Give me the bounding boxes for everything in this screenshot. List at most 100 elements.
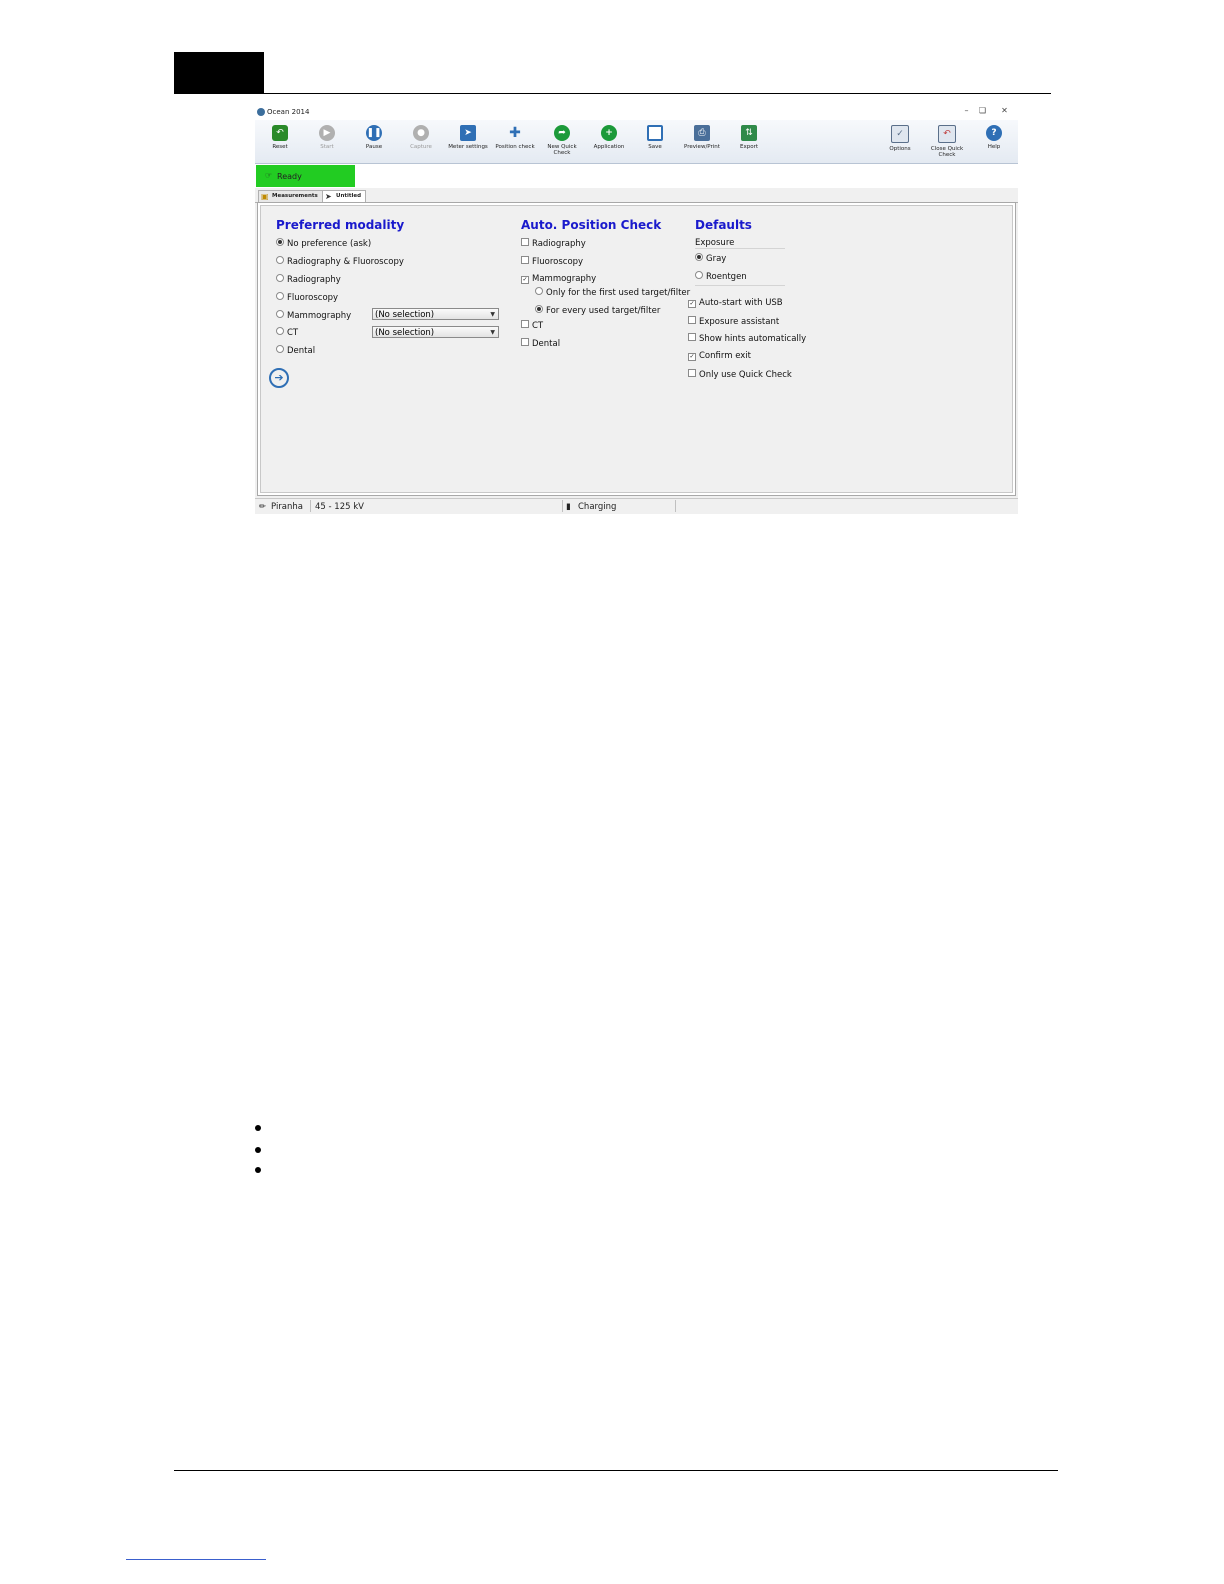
header-rule bbox=[174, 93, 1051, 94]
preview-print-button[interactable]: ⎙ Preview/Print bbox=[680, 123, 724, 163]
hand-icon: ☞ bbox=[265, 171, 273, 180]
close-quick-check-label: Close Quick Check bbox=[930, 146, 964, 158]
option-label: Radiography bbox=[532, 239, 586, 249]
option-label: Radiography bbox=[287, 275, 341, 285]
option-label: Dental bbox=[532, 339, 561, 349]
ct-select[interactable]: (No selection) ▼ bbox=[372, 326, 499, 338]
reset-icon: ↶ bbox=[272, 125, 288, 141]
auto-start-usb-checkbox[interactable]: ✓ Auto-start with USB bbox=[688, 298, 783, 308]
close-quick-check-button[interactable]: ↶ Close Quick Check bbox=[925, 123, 969, 163]
option-label: Radiography & Fluoroscopy bbox=[287, 257, 404, 267]
status-divider bbox=[675, 500, 676, 512]
options-button[interactable]: ✓ Options bbox=[878, 123, 922, 163]
checkbox-icon bbox=[521, 256, 529, 264]
tab-measurements[interactable]: ▣ Measurements bbox=[258, 190, 323, 202]
modality-ct-radio[interactable]: CT bbox=[276, 327, 298, 338]
show-hints-checkbox[interactable]: Show hints automatically bbox=[688, 333, 806, 344]
meter-settings-icon: ➤ bbox=[460, 125, 476, 141]
position-check-label: Position check bbox=[495, 144, 535, 150]
tab-untitled-label: Untitled bbox=[336, 193, 362, 199]
radio-icon bbox=[695, 271, 703, 279]
battery-status: Charging bbox=[578, 502, 617, 512]
exposure-roentgen-radio[interactable]: Roentgen bbox=[695, 271, 747, 282]
help-button[interactable]: ? Help bbox=[972, 123, 1016, 163]
modality-radiography-radio[interactable]: Radiography bbox=[276, 274, 341, 285]
apc-first-target-radio[interactable]: Only for the first used target/filter bbox=[535, 287, 690, 298]
minimize-icon[interactable]: – bbox=[960, 106, 973, 116]
play-icon: ▶ bbox=[319, 125, 335, 141]
preview-print-label: Preview/Print bbox=[684, 144, 720, 150]
start-button[interactable]: ▶ Start bbox=[305, 123, 349, 163]
position-check-button[interactable]: ✚ Position check bbox=[493, 123, 537, 163]
apc-radiography-checkbox[interactable]: Radiography bbox=[521, 238, 586, 249]
apc-fluoroscopy-checkbox[interactable]: Fluoroscopy bbox=[521, 256, 583, 267]
kv-range: 45 - 125 kV bbox=[315, 502, 364, 512]
capture-label: Capture bbox=[410, 144, 432, 150]
radio-icon bbox=[535, 305, 543, 313]
checkbox-checked-icon: ✓ bbox=[688, 353, 696, 361]
capture-button[interactable]: ● Capture bbox=[399, 123, 443, 163]
tab-measurements-label: Measurements bbox=[272, 193, 318, 199]
modality-radiography-fluoroscopy-radio[interactable]: Radiography & Fluoroscopy bbox=[276, 256, 404, 267]
save-icon bbox=[647, 125, 663, 141]
radio-icon bbox=[276, 256, 284, 264]
chevron-down-icon: ▼ bbox=[490, 329, 495, 336]
status-divider bbox=[562, 500, 563, 512]
reset-button[interactable]: ↶ Reset bbox=[258, 123, 302, 163]
tab-untitled[interactable]: ➤ Untitled bbox=[322, 190, 367, 202]
meter-settings-button[interactable]: ➤ Meter settings bbox=[446, 123, 490, 163]
options-icon: ✓ bbox=[891, 125, 909, 143]
exposure-assistant-checkbox[interactable]: Exposure assistant bbox=[688, 316, 779, 327]
ready-text: Ready bbox=[277, 172, 302, 181]
save-label: Save bbox=[648, 144, 662, 150]
apc-mammography-checkbox[interactable]: ✓ Mammography bbox=[521, 274, 596, 284]
new-quick-check-icon: ➦ bbox=[554, 125, 570, 141]
new-quick-check-button[interactable]: ➦ New Quick Check bbox=[540, 123, 584, 163]
apc-ct-checkbox[interactable]: CT bbox=[521, 320, 543, 331]
pause-label: Pause bbox=[365, 144, 383, 150]
only-quick-check-checkbox[interactable]: Only use Quick Check bbox=[688, 369, 792, 380]
help-icon: ? bbox=[986, 125, 1002, 141]
save-button[interactable]: Save bbox=[633, 123, 677, 163]
option-label: No preference (ask) bbox=[287, 239, 372, 249]
options-label: Options bbox=[889, 146, 911, 152]
confirm-exit-checkbox[interactable]: ✓ Confirm exit bbox=[688, 351, 751, 361]
option-label: For every used target/filter bbox=[546, 306, 661, 316]
option-label: Mammography bbox=[532, 274, 597, 284]
option-label: Show hints automatically bbox=[699, 334, 807, 344]
restore-icon[interactable]: ❏ bbox=[976, 106, 989, 116]
option-label: Confirm exit bbox=[699, 351, 752, 361]
modality-no-preference-radio[interactable]: No preference (ask) bbox=[276, 238, 371, 249]
footer-rule bbox=[174, 1470, 1058, 1471]
modality-dental-radio[interactable]: Dental bbox=[276, 345, 315, 356]
crosshair-icon: ✚ bbox=[509, 125, 521, 141]
option-label: Exposure assistant bbox=[699, 317, 780, 327]
pause-button[interactable]: ❚❚ Pause bbox=[352, 123, 396, 163]
apc-dental-checkbox[interactable]: Dental bbox=[521, 338, 560, 349]
exposure-gray-radio[interactable]: Gray bbox=[695, 253, 726, 264]
close-icon[interactable]: ✕ bbox=[998, 106, 1011, 116]
auto-position-check-heading: Auto. Position Check bbox=[521, 218, 662, 232]
option-label: CT bbox=[287, 328, 299, 338]
modality-fluoroscopy-radio[interactable]: Fluoroscopy bbox=[276, 292, 338, 303]
modality-mammography-radio[interactable]: Mammography bbox=[276, 310, 351, 321]
exposure-label: Exposure bbox=[695, 238, 735, 248]
export-button[interactable]: ⇅ Export bbox=[727, 123, 771, 163]
close-quick-check-icon: ↶ bbox=[938, 125, 956, 143]
mammography-select[interactable]: (No selection) ▼ bbox=[372, 308, 499, 320]
new-quick-check-label: New Quick Check bbox=[547, 144, 577, 156]
mammography-select-value: (No selection) bbox=[375, 310, 435, 320]
apc-every-target-radio[interactable]: For every used target/filter bbox=[535, 305, 660, 316]
reset-label: Reset bbox=[272, 144, 288, 150]
ready-indicator: ☞ Ready bbox=[256, 165, 355, 187]
battery-icon: ▮ bbox=[566, 502, 571, 512]
arrow-right-circle-icon[interactable]: ➔ bbox=[269, 368, 289, 388]
settings-panel: Preferred modality No preference (ask) R… bbox=[257, 202, 1016, 496]
option-label: Auto-start with USB bbox=[699, 298, 783, 308]
ct-select-value: (No selection) bbox=[375, 328, 435, 338]
chevron-down-icon: ▼ bbox=[490, 311, 495, 318]
probe-icon: ✏ bbox=[259, 502, 267, 512]
defaults-divider bbox=[695, 285, 785, 286]
application-button[interactable]: + Application bbox=[587, 123, 631, 163]
add-application-icon: + bbox=[601, 125, 617, 141]
